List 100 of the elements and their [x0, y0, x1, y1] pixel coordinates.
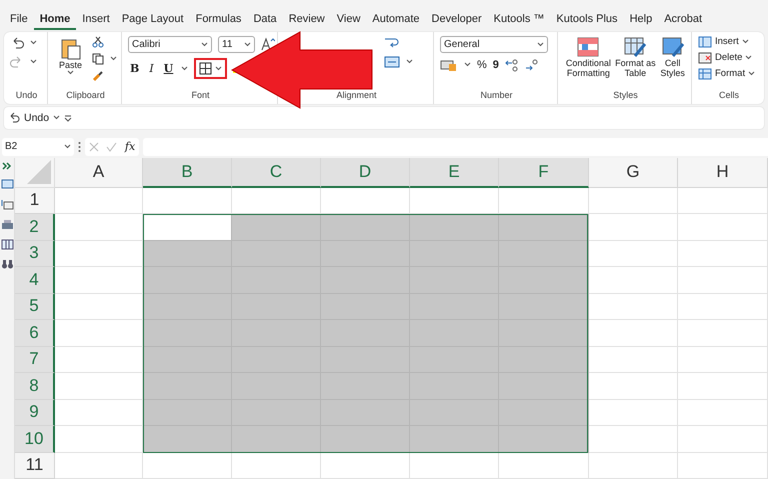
cell[interactable] — [499, 320, 589, 347]
merge-cells-icon[interactable] — [384, 54, 400, 69]
ribbon-tab[interactable]: Insert — [76, 10, 116, 30]
cell[interactable] — [232, 188, 321, 214]
cell[interactable] — [232, 214, 321, 241]
ribbon-tab[interactable]: Developer — [426, 10, 488, 30]
font-size-dropdown[interactable]: 11 — [218, 36, 255, 53]
cell[interactable] — [55, 188, 143, 214]
cell[interactable] — [55, 240, 143, 268]
cell[interactable] — [589, 267, 678, 294]
cell[interactable] — [55, 373, 143, 400]
column-header[interactable]: F — [499, 158, 589, 188]
cell[interactable] — [55, 452, 143, 479]
cell[interactable] — [589, 373, 678, 400]
cell[interactable] — [499, 240, 589, 268]
column-header[interactable]: D — [321, 158, 410, 188]
cell[interactable] — [678, 294, 768, 320]
cell[interactable] — [410, 214, 499, 241]
undo-icon[interactable] — [8, 112, 20, 124]
cell[interactable] — [589, 294, 678, 320]
column-header[interactable]: B — [143, 158, 232, 188]
cell[interactable] — [143, 294, 232, 320]
ribbon-tab[interactable]: Review — [282, 10, 331, 30]
cell[interactable] — [410, 452, 499, 479]
paintbrush-icon[interactable] — [92, 70, 104, 82]
cell[interactable] — [589, 188, 678, 214]
active-cell[interactable] — [143, 214, 232, 241]
cell[interactable] — [232, 452, 321, 479]
select-all-icon[interactable] — [27, 160, 51, 184]
format-cells-icon[interactable] — [698, 68, 712, 80]
cell[interactable] — [55, 426, 143, 453]
cell[interactable] — [232, 426, 321, 453]
increase-decimal-icon[interactable] — [504, 58, 519, 72]
cell[interactable] — [55, 346, 143, 374]
insert-cells-icon[interactable] — [698, 36, 712, 48]
cell[interactable] — [55, 400, 143, 426]
styles-button[interactable]: Cell Styles — [658, 36, 687, 90]
cell[interactable] — [55, 214, 143, 241]
cells-button[interactable]: Insert — [715, 36, 739, 48]
ribbon-tab[interactable]: Page Layout — [116, 10, 190, 30]
cell[interactable] — [589, 346, 678, 374]
cell[interactable] — [678, 426, 768, 453]
cells-button[interactable]: Delete — [715, 52, 742, 64]
cell[interactable] — [499, 452, 589, 479]
row-header[interactable]: 4 — [15, 267, 55, 294]
columns-icon[interactable] — [0, 238, 14, 250]
cell[interactable] — [143, 267, 232, 294]
font-name-dropdown[interactable]: Calibri — [128, 36, 212, 53]
row-header[interactable]: 8 — [15, 373, 55, 400]
ribbon-tab[interactable]: View — [330, 10, 366, 30]
cell[interactable] — [143, 426, 232, 453]
cell[interactable] — [589, 240, 678, 268]
cell[interactable] — [589, 400, 678, 426]
cell[interactable] — [410, 188, 499, 214]
cell[interactable] — [499, 294, 589, 320]
ribbon-tab[interactable]: Automate — [366, 10, 426, 30]
cell[interactable] — [499, 346, 589, 374]
styles-button[interactable]: Format as Table — [614, 36, 656, 90]
check-icon[interactable] — [106, 142, 118, 152]
expand-icon[interactable] — [2, 162, 12, 170]
cell[interactable] — [589, 426, 678, 453]
cell[interactable] — [678, 346, 768, 374]
ribbon-tab[interactable]: Kutools Plus — [550, 10, 624, 30]
row-header[interactable]: 2 — [15, 214, 55, 241]
cell[interactable] — [499, 214, 589, 241]
cell[interactable] — [321, 188, 410, 214]
cell[interactable] — [678, 214, 768, 241]
cell[interactable] — [678, 452, 768, 479]
ribbon-tab[interactable]: Home — [34, 10, 76, 30]
cell[interactable] — [499, 373, 589, 400]
italic-button[interactable]: I — [147, 62, 156, 75]
cell[interactable] — [678, 320, 768, 347]
currency-icon[interactable] — [440, 58, 458, 71]
cell[interactable] — [143, 240, 232, 268]
binoculars-icon[interactable] — [0, 258, 14, 270]
cell-brush-icon[interactable] — [660, 36, 685, 58]
cell[interactable] — [678, 400, 768, 426]
ribbon-tab[interactable]: Help — [624, 10, 658, 30]
row-header[interactable]: 6 — [15, 320, 55, 347]
undo-button[interactable]: Undo — [24, 112, 50, 124]
percent-button[interactable]: % — [477, 58, 487, 71]
row-header[interactable]: 11 — [15, 452, 55, 479]
ribbon-tab[interactable]: File — [4, 10, 34, 30]
column-header[interactable]: G — [589, 158, 678, 188]
cell[interactable] — [143, 188, 232, 214]
cell[interactable] — [55, 320, 143, 347]
cell[interactable] — [143, 373, 232, 400]
row-header[interactable]: 7 — [15, 346, 55, 374]
column-header[interactable]: C — [232, 158, 321, 188]
paste-button[interactable]: Paste — [54, 36, 87, 90]
ribbon-tab[interactable]: Acrobat — [658, 10, 708, 30]
cell[interactable] — [499, 267, 589, 294]
row-header[interactable]: 9 — [15, 400, 55, 426]
comma-button[interactable]: 9 — [492, 58, 499, 71]
cell[interactable] — [321, 214, 410, 241]
cell[interactable] — [143, 346, 232, 374]
ribbon-tab[interactable]: Data — [247, 10, 283, 30]
cell[interactable] — [678, 188, 768, 214]
table-brush-icon[interactable] — [623, 36, 648, 58]
cell[interactable] — [499, 426, 589, 453]
